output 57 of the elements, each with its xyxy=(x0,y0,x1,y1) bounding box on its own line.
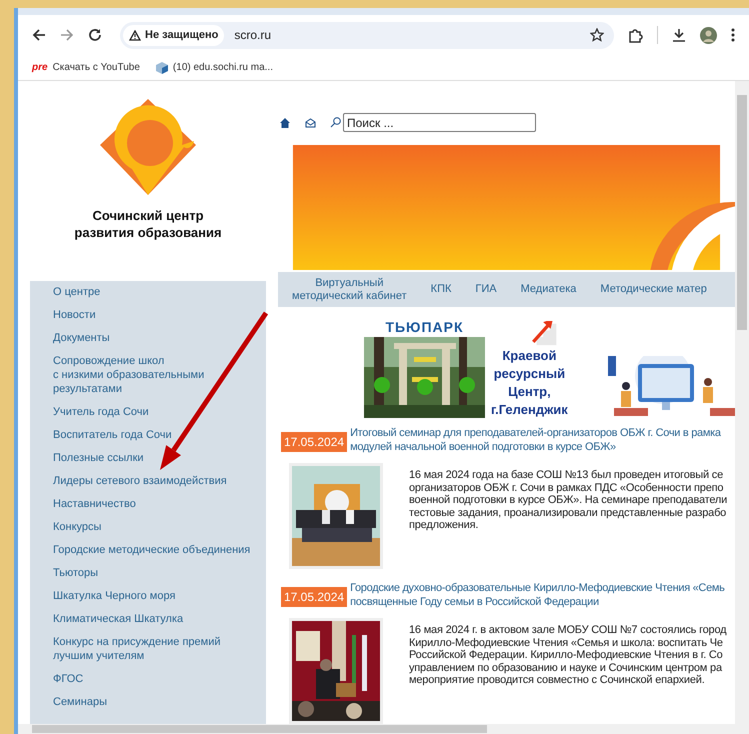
vertical-scrollbar[interactable] xyxy=(735,81,749,734)
sidebar-link[interactable]: ФГОС xyxy=(53,672,266,686)
star-icon[interactable] xyxy=(590,28,604,42)
sidebar-link[interactable]: Городские методические объединения xyxy=(53,543,266,557)
banner-text: Краевой ресурсный Центр, г.Геленджик xyxy=(491,347,568,418)
menu-link[interactable]: ГИА xyxy=(475,283,497,296)
date-badge: 17.05.2024 xyxy=(281,587,348,607)
forward-icon[interactable] xyxy=(60,28,74,42)
logo-text: развития образования xyxy=(74,224,222,241)
menu-link[interactable]: Методические матер xyxy=(600,283,707,296)
reload-icon[interactable] xyxy=(88,28,102,42)
sidebar-link[interactable]: О центре xyxy=(53,285,266,299)
menu-link[interactable]: Виртуальный методический кабинет xyxy=(292,276,407,303)
warning-icon xyxy=(129,30,141,40)
banner-ad[interactable]: Краевой ресурсный Центр, г.Геленджик xyxy=(491,320,568,418)
search-field[interactable]: Поиск ... xyxy=(343,113,536,132)
bookmark[interactable]: pre Скачать с YouTube xyxy=(32,60,140,75)
sidebar-link[interactable]: Климатическая Шкатулка xyxy=(53,612,266,626)
download-icon[interactable] xyxy=(672,28,686,42)
menu-link[interactable]: Медиатека xyxy=(520,283,576,296)
horizontal-scrollbar[interactable] xyxy=(18,724,735,734)
cube-icon xyxy=(156,62,168,74)
mail-icon[interactable] xyxy=(305,118,316,128)
home-icon[interactable] xyxy=(280,118,290,128)
extensions-icon[interactable] xyxy=(628,28,643,42)
search-icon[interactable] xyxy=(330,117,341,128)
address-bar[interactable]: Не защищено scro.ru xyxy=(120,22,614,48)
security-label: Не защищено xyxy=(145,28,218,43)
avatar-icon[interactable] xyxy=(700,26,717,44)
sidebar-link[interactable]: Конкурсы xyxy=(53,520,266,534)
menu-link[interactable]: КПК xyxy=(430,283,452,296)
news-summary: 16 мая 2024 г. в актовом зале МОБУ СОШ №7 состоялись город Кирилло-Мефодиевские Чтения «Семья и школа: воспитать Че Российской Федерации. Кирилло-Мефодиевские Чтения в г. Со управлением по образованию и науке и Сочинским центром ра мероприятие проводится совместно с Сочинской епархией. xyxy=(409,624,726,686)
sidebar-link[interactable]: Новости xyxy=(53,308,266,322)
date-badge: 17.05.2024 xyxy=(281,432,348,452)
sidebar-link[interactable]: Наставничество xyxy=(53,497,266,511)
sidebar-link[interactable]: Воспитатель года Сочи xyxy=(53,428,266,442)
sidebar-link[interactable]: Конкурс на присуждение премий лучшим учителям xyxy=(53,635,266,663)
news-title-link[interactable]: Городские духовно-образовательные Кирилло-Мефодиевские Чтения «Семь посвященные Году семьи в Российской Федерации xyxy=(350,581,725,609)
banner-ad[interactable]: ТЬЮПАРК xyxy=(364,320,485,418)
logo-text: Сочинский центр xyxy=(92,207,204,224)
sidebar-link[interactable]: Документы xyxy=(53,331,266,345)
news-title-link[interactable]: Итоговый семинар для преподавателей-организаторов ОБЖ г. Сочи в рамка модулей начальной военной подготовки в курсе ОБЖ» xyxy=(350,426,721,454)
bookmark[interactable]: (10) edu.sochi.ru ma... xyxy=(156,60,273,75)
sidebar-link[interactable]: Сопровождение школ с низкими образовательными результатами xyxy=(53,354,266,396)
menu-icon[interactable] xyxy=(731,28,735,42)
stairs-arrow-icon xyxy=(530,320,558,348)
back-icon[interactable] xyxy=(32,28,46,42)
sidebar-link[interactable]: Полезные ссылки xyxy=(53,451,266,465)
url-text: scro.ru xyxy=(234,27,272,44)
security-chip[interactable]: Не защищено xyxy=(123,24,224,46)
sidebar-link[interactable]: Семинары xyxy=(53,695,266,709)
sidebar-link[interactable]: Лидеры сетевого взаимодействия xyxy=(53,474,266,488)
sidebar-link[interactable]: Учитель года Сочи xyxy=(53,405,266,419)
news-summary: 16 мая 2024 года на базе СОШ №13 был проведен итоговый се организаторов ОБЖ г. Сочи в рамках ПДС «Особенности препо военной подготовки в курсе ОБЖ». На семинаре преподаватели тестовые задания, проанализировали представленные разрабо предложения. xyxy=(409,469,728,532)
sidebar-link[interactable]: Тьюторы xyxy=(53,566,266,580)
sidebar-link[interactable]: Шкатулка Черного моря xyxy=(53,589,266,603)
banner-title: ТЬЮПАРК xyxy=(385,320,464,336)
